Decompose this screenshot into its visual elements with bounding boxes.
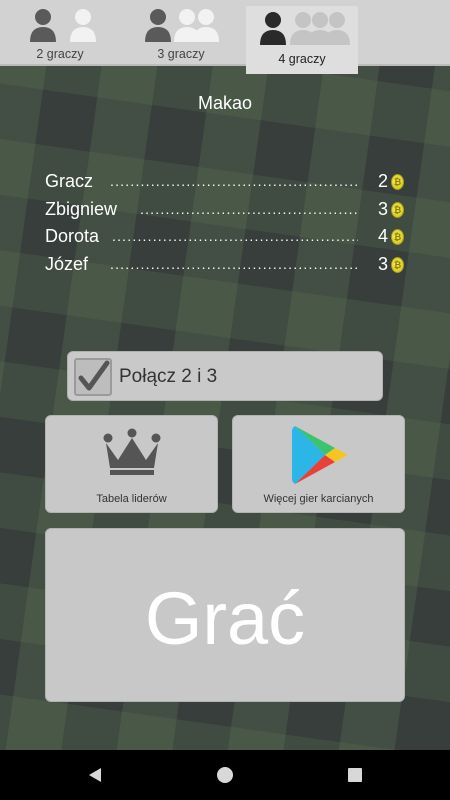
dot-leader: ........................................… bbox=[140, 200, 358, 217]
player-name: Dorota bbox=[45, 226, 100, 246]
coin-icon: ₿ bbox=[391, 174, 404, 190]
play-store-icon bbox=[292, 426, 347, 484]
players-4-icon bbox=[246, 11, 358, 47]
player-score: 3 bbox=[377, 198, 388, 219]
player-score: 2 bbox=[377, 171, 388, 191]
coin-icon: ₿ bbox=[391, 256, 404, 273]
tab-4-players[interactable]: 4 graczy bbox=[246, 6, 358, 74]
tab-2-players-label: 2 graczy bbox=[36, 47, 84, 61]
more-card-games-button[interactable]: Więcej gier karcianych bbox=[232, 415, 405, 513]
leaderboard-label: Tabela liderów bbox=[96, 493, 167, 505]
tab-2-players[interactable]: 2 graczy bbox=[0, 0, 120, 66]
player-count-tabs: 2 graczy 3 graczy 4 graczy bbox=[0, 0, 450, 74]
tab-3-players-label: 3 graczy bbox=[157, 47, 205, 61]
score-row: Józef ..................................… bbox=[45, 254, 405, 282]
player-name: Zbigniew bbox=[45, 198, 118, 219]
checkmark-icon bbox=[78, 360, 110, 391]
checkbox[interactable] bbox=[74, 358, 112, 396]
player-name: Gracz bbox=[45, 171, 94, 191]
tab-4-players-label: 4 graczy bbox=[278, 52, 326, 66]
crown-icon bbox=[103, 428, 161, 475]
dot-leader: ........................................… bbox=[110, 173, 358, 189]
score-row: Dorota .................................… bbox=[45, 226, 405, 254]
score-row: Gracz ..................................… bbox=[45, 171, 405, 199]
play-button[interactable]: Grać bbox=[45, 528, 405, 702]
score-row: Zbigniew ...............................… bbox=[45, 199, 405, 227]
player-name: Józef bbox=[45, 253, 89, 274]
tab-3-players[interactable]: 3 graczy bbox=[120, 0, 242, 66]
coin-icon: ₿ bbox=[391, 201, 404, 218]
game-title: Makao bbox=[197, 93, 253, 113]
dot-leader: ........................................… bbox=[112, 228, 358, 244]
dot-leader: ........................................… bbox=[110, 255, 358, 272]
player-score: 4 bbox=[377, 226, 388, 246]
back-triangle-icon[interactable] bbox=[86, 766, 104, 784]
score-list: Gracz ..................................… bbox=[45, 171, 405, 281]
player-score: 3 bbox=[377, 253, 388, 274]
system-navigation-bar bbox=[0, 750, 450, 800]
home-circle-icon[interactable] bbox=[216, 766, 234, 784]
leaderboard-button[interactable]: Tabela liderów bbox=[45, 415, 218, 513]
option-label: Połącz 2 i 3 bbox=[119, 366, 218, 387]
coin-icon: ₿ bbox=[391, 229, 404, 245]
more-card-games-label: Więcej gier karcianych bbox=[263, 493, 374, 505]
players-3-icon bbox=[120, 8, 242, 44]
recents-square-icon[interactable] bbox=[346, 766, 364, 784]
play-label: Grać bbox=[144, 577, 306, 660]
combine-2-and-3-option[interactable]: Połącz 2 i 3 bbox=[67, 351, 383, 401]
players-2-icon bbox=[0, 8, 120, 44]
